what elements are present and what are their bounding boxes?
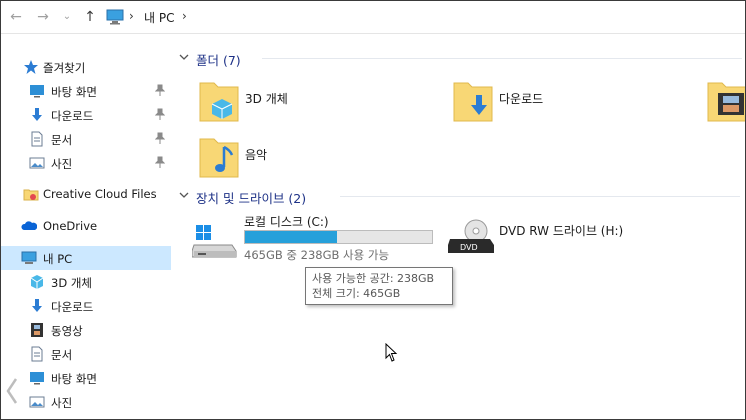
sidebar-item-this-pc[interactable]: 내 PC (1, 246, 171, 270)
document-icon (31, 346, 43, 362)
pin-icon[interactable] (155, 132, 165, 144)
sidebar-item-desktop[interactable]: 바탕 화면 (1, 366, 171, 390)
breadcrumb-separator[interactable]: › (182, 9, 187, 23)
folder-downloads[interactable]: 다운로드 (452, 77, 582, 125)
sidebar-item-label: 즐겨찾기 (43, 61, 86, 75)
pin-icon[interactable] (155, 108, 165, 120)
3d-objects-folder-icon (199, 82, 239, 122)
disk-usage-fill (245, 231, 337, 243)
picture-icon (29, 157, 45, 169)
drive-space-text: 465GB 중 238GB 사용 가능 (244, 248, 390, 262)
sidebar-item-label: 다운로드 (51, 109, 94, 123)
group-header-folders[interactable]: 폴더 (7) (172, 49, 745, 68)
up-arrow-icon[interactable]: ↑ (81, 9, 99, 25)
folder-videos[interactable] (706, 77, 745, 125)
onedrive-cloud-icon (21, 221, 37, 230)
sidebar-item-label: Creative Cloud Files (43, 187, 157, 201)
3d-cube-icon (30, 275, 44, 289)
this-pc-icon (106, 9, 124, 25)
mouse-cursor-icon (385, 343, 398, 362)
sidebar-item-label: 내 PC (43, 252, 73, 266)
sidebar-item-pictures[interactable]: 사진 (1, 390, 171, 414)
sidebar-item-label: 바탕 화면 (51, 372, 97, 386)
local-disk-drive-icon (192, 225, 237, 258)
folder-label: 3D 개체 (245, 92, 288, 106)
navigation-pane: 즐겨찾기 바탕 화면 다운로드 문서 사진 Creative Cloud Fil… (1, 35, 171, 419)
download-arrow-icon (32, 299, 42, 312)
back-arrow-icon[interactable]: ← (7, 9, 25, 25)
sidebar-item-label: 동영상 (51, 324, 83, 338)
folder-music[interactable]: 음악 (198, 133, 328, 181)
creative-cloud-folder-icon (23, 189, 39, 201)
chevron-down-icon[interactable] (179, 52, 189, 62)
tooltip-free-space: 사용 가능한 공간: 238GB (312, 272, 435, 285)
sidebar-item-documents[interactable]: 문서 (1, 342, 171, 366)
star-icon (24, 60, 38, 74)
disk-usage-bar (244, 230, 433, 244)
breadcrumb-separator[interactable]: › (129, 9, 134, 23)
pin-icon[interactable] (155, 84, 165, 96)
sidebar-item-pictures[interactable]: 사진 (1, 151, 171, 175)
sidebar-item-label: 사진 (51, 396, 73, 410)
group-title: 장치 및 드라이브 (2) (196, 191, 307, 206)
scroll-left-chevron-icon[interactable] (5, 377, 19, 405)
folder-label: 다운로드 (499, 92, 544, 106)
sidebar-item-onedrive[interactable]: OneDrive (1, 214, 171, 238)
videos-folder-icon (707, 82, 745, 122)
sidebar-item-documents[interactable]: 문서 (1, 127, 171, 151)
explorer-window: ← → ⌄ ↑ › 내 PC › 즐겨찾기 바탕 화면 다운로드 문서 사진 C… (0, 0, 746, 420)
content-pane: 폴더 (7) 3D 개체 다운로드 음악 장치 및 드라이브 (2) 로컬 디스… (172, 35, 745, 419)
sidebar-item-quick-access[interactable]: 즐겨찾기 (1, 55, 171, 79)
sidebar-item-label: OneDrive (43, 219, 98, 233)
sidebar-item-label: 바탕 화면 (51, 85, 97, 99)
sidebar-item-label: 다운로드 (51, 300, 94, 314)
group-divider (262, 58, 742, 59)
downloads-folder-icon (453, 82, 493, 122)
dvd-drive-icon: DVD (448, 219, 494, 253)
dvd-badge-text: DVD (460, 243, 478, 252)
sidebar-item-downloads[interactable]: 다운로드 (1, 294, 171, 318)
sidebar-item-videos[interactable]: 동영상 (1, 318, 171, 342)
drive-name[interactable]: 로컬 디스크 (C:) (244, 213, 329, 230)
sidebar-item-label: 사진 (51, 157, 73, 171)
sidebar-item-label: 문서 (51, 348, 73, 362)
film-icon (31, 323, 43, 337)
recent-chevron-down-icon[interactable]: ⌄ (58, 9, 76, 25)
drive-tooltip: 사용 가능한 공간: 238GB 전체 크기: 465GB (305, 267, 453, 305)
chevron-down-icon[interactable] (179, 190, 189, 200)
music-folder-icon (199, 138, 239, 178)
group-title: 폴더 (7) (196, 53, 241, 68)
sidebar-item-label: 3D 개체 (51, 276, 92, 290)
picture-icon (29, 396, 45, 408)
folder-label: 음악 (245, 148, 268, 162)
group-header-drives[interactable]: 장치 및 드라이브 (2) (172, 187, 745, 206)
sidebar-item-desktop[interactable]: 바탕 화면 (1, 79, 171, 103)
pin-icon[interactable] (155, 156, 165, 168)
download-arrow-icon (32, 108, 42, 121)
breadcrumb-this-pc[interactable]: 내 PC (144, 9, 174, 26)
this-pc-icon (21, 251, 37, 264)
desktop-icon (30, 85, 44, 98)
drive-name[interactable]: DVD RW 드라이브 (H:) (499, 222, 623, 239)
sidebar-item-creative-cloud[interactable]: Creative Cloud Files (1, 182, 171, 206)
tooltip-total-size: 전체 크기: 465GB (312, 287, 401, 300)
forward-arrow-icon[interactable]: → (34, 9, 52, 25)
document-icon (31, 131, 43, 147)
sidebar-item-label: 문서 (51, 133, 73, 147)
group-divider (340, 196, 740, 197)
folder-3d-objects[interactable]: 3D 개체 (198, 77, 328, 125)
address-bar: ← → ⌄ ↑ › 내 PC › (1, 1, 745, 34)
sidebar-item-downloads[interactable]: 다운로드 (1, 103, 171, 127)
sidebar-item-3d-objects[interactable]: 3D 개체 (1, 270, 171, 294)
desktop-icon (30, 372, 44, 385)
